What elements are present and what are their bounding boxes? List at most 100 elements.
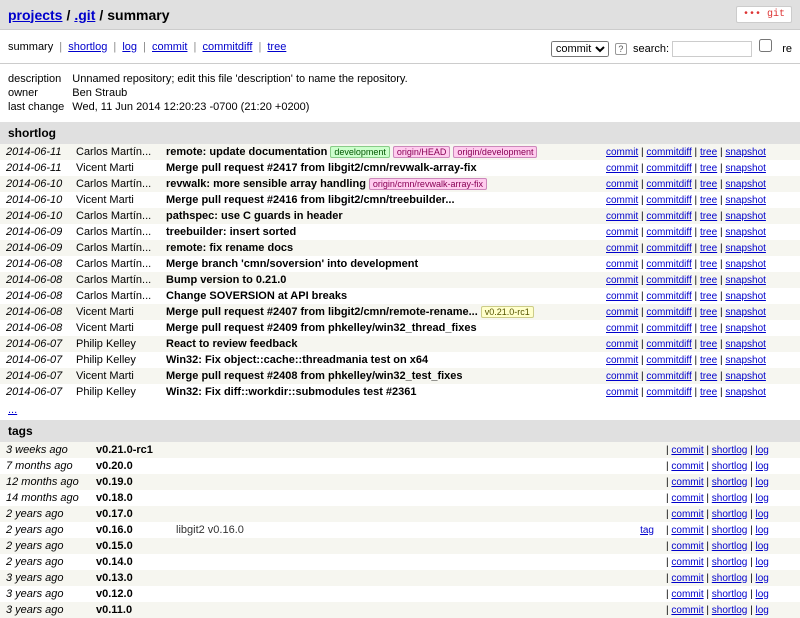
shortlog-more[interactable]: ... <box>8 404 17 416</box>
action-tag[interactable]: tag <box>640 525 654 536</box>
action-commit[interactable]: commit <box>606 179 638 190</box>
action-log[interactable]: log <box>756 445 769 456</box>
action-commit[interactable]: commit <box>671 589 703 600</box>
action-commitdiff[interactable]: commitdiff <box>646 163 691 174</box>
action-log[interactable]: log <box>756 493 769 504</box>
action-shortlog[interactable]: shortlog <box>712 477 748 488</box>
commit-subject[interactable]: Merge pull request #2416 from libgit2/cm… <box>160 192 600 208</box>
action-log[interactable]: log <box>756 589 769 600</box>
action-log[interactable]: log <box>756 557 769 568</box>
commit-subject[interactable]: Merge branch 'cmn/soversion' into develo… <box>160 256 600 272</box>
action-log[interactable]: log <box>756 605 769 616</box>
action-commit[interactable]: commit <box>606 339 638 350</box>
action-commit[interactable]: commit <box>671 525 703 536</box>
commit-subject[interactable]: remote: update documentationdevelopmento… <box>160 144 600 160</box>
tag-name[interactable]: v0.12.0 <box>90 586 170 602</box>
action-shortlog[interactable]: shortlog <box>712 509 748 520</box>
action-snapshot[interactable]: snapshot <box>725 179 766 190</box>
action-shortlog[interactable]: shortlog <box>712 493 748 504</box>
tag-name[interactable]: v0.18.0 <box>90 490 170 506</box>
nav-log[interactable]: log <box>122 41 137 53</box>
action-tree[interactable]: tree <box>700 323 717 334</box>
action-snapshot[interactable]: snapshot <box>725 291 766 302</box>
action-shortlog[interactable]: shortlog <box>712 541 748 552</box>
action-tree[interactable]: tree <box>700 243 717 254</box>
action-commit[interactable]: commit <box>606 195 638 206</box>
action-log[interactable]: log <box>756 509 769 520</box>
action-tree[interactable]: tree <box>700 227 717 238</box>
action-tree[interactable]: tree <box>700 275 717 286</box>
action-commit[interactable]: commit <box>671 493 703 504</box>
action-tree[interactable]: tree <box>700 339 717 350</box>
action-commit[interactable]: commit <box>671 445 703 456</box>
action-commitdiff[interactable]: commitdiff <box>646 211 691 222</box>
action-snapshot[interactable]: snapshot <box>725 259 766 270</box>
action-commitdiff[interactable]: commitdiff <box>646 339 691 350</box>
action-commit[interactable]: commit <box>606 291 638 302</box>
action-commitdiff[interactable]: commitdiff <box>646 371 691 382</box>
commit-subject[interactable]: Bump version to 0.21.0 <box>160 272 600 288</box>
tag-name[interactable]: v0.11.0 <box>90 602 170 618</box>
action-tree[interactable]: tree <box>700 211 717 222</box>
ref-badge[interactable]: origin/development <box>453 146 537 158</box>
action-commit[interactable]: commit <box>671 573 703 584</box>
tag-name[interactable]: v0.21.0-rc1 <box>90 442 170 458</box>
action-snapshot[interactable]: snapshot <box>725 275 766 286</box>
breadcrumb-root[interactable]: projects <box>8 7 62 23</box>
tag-name[interactable]: v0.20.0 <box>90 458 170 474</box>
action-commit[interactable]: commit <box>671 541 703 552</box>
action-log[interactable]: log <box>756 461 769 472</box>
action-commit[interactable]: commit <box>606 259 638 270</box>
action-commitdiff[interactable]: commitdiff <box>646 147 691 158</box>
action-log[interactable]: log <box>756 477 769 488</box>
action-commit[interactable]: commit <box>606 211 638 222</box>
action-shortlog[interactable]: shortlog <box>712 525 748 536</box>
commit-subject[interactable]: Merge pull request #2409 from phkelley/w… <box>160 320 600 336</box>
action-commit[interactable]: commit <box>606 275 638 286</box>
commit-subject[interactable]: Change SOVERSION at API breaks <box>160 288 600 304</box>
nav-commit[interactable]: commit <box>152 41 187 53</box>
action-commitdiff[interactable]: commitdiff <box>646 195 691 206</box>
commit-subject[interactable]: Merge pull request #2408 from phkelley/w… <box>160 368 600 384</box>
action-log[interactable]: log <box>756 525 769 536</box>
search-input[interactable] <box>672 41 752 57</box>
action-commit[interactable]: commit <box>606 147 638 158</box>
commit-subject[interactable]: Merge pull request #2407 from libgit2/cm… <box>160 304 600 320</box>
action-snapshot[interactable]: snapshot <box>725 323 766 334</box>
nav-tree[interactable]: tree <box>267 41 286 53</box>
regex-checkbox[interactable] <box>759 39 772 52</box>
action-snapshot[interactable]: snapshot <box>725 387 766 398</box>
commit-subject[interactable]: revwalk: more sensible array handlingori… <box>160 176 600 192</box>
commit-subject[interactable]: remote: fix rename docs <box>160 240 600 256</box>
commit-subject[interactable]: treebuilder: insert sorted <box>160 224 600 240</box>
action-snapshot[interactable]: snapshot <box>725 371 766 382</box>
action-commitdiff[interactable]: commitdiff <box>646 323 691 334</box>
action-shortlog[interactable]: shortlog <box>712 461 748 472</box>
action-tree[interactable]: tree <box>700 147 717 158</box>
action-commit[interactable]: commit <box>606 371 638 382</box>
action-tree[interactable]: tree <box>700 355 717 366</box>
action-shortlog[interactable]: shortlog <box>712 557 748 568</box>
ref-badge[interactable]: v0.21.0-rc1 <box>481 306 534 318</box>
action-commit[interactable]: commit <box>606 307 638 318</box>
commit-subject[interactable]: Win32: Fix diff::workdir::submodules tes… <box>160 384 600 400</box>
tag-name[interactable]: v0.19.0 <box>90 474 170 490</box>
action-commit[interactable]: commit <box>606 355 638 366</box>
help-icon[interactable]: ? <box>615 43 627 55</box>
nav-shortlog[interactable]: shortlog <box>68 41 107 53</box>
action-commit[interactable]: commit <box>671 557 703 568</box>
action-snapshot[interactable]: snapshot <box>725 147 766 158</box>
action-log[interactable]: log <box>756 573 769 584</box>
action-snapshot[interactable]: snapshot <box>725 355 766 366</box>
action-commitdiff[interactable]: commitdiff <box>646 355 691 366</box>
action-commit[interactable]: commit <box>671 605 703 616</box>
commit-subject[interactable]: React to review feedback <box>160 336 600 352</box>
action-snapshot[interactable]: snapshot <box>725 243 766 254</box>
action-tree[interactable]: tree <box>700 179 717 190</box>
action-commitdiff[interactable]: commitdiff <box>646 307 691 318</box>
action-commitdiff[interactable]: commitdiff <box>646 387 691 398</box>
action-commit[interactable]: commit <box>606 227 638 238</box>
ref-badge[interactable]: origin/cmn/revwalk-array-fix <box>369 178 487 190</box>
action-tree[interactable]: tree <box>700 307 717 318</box>
action-snapshot[interactable]: snapshot <box>725 227 766 238</box>
